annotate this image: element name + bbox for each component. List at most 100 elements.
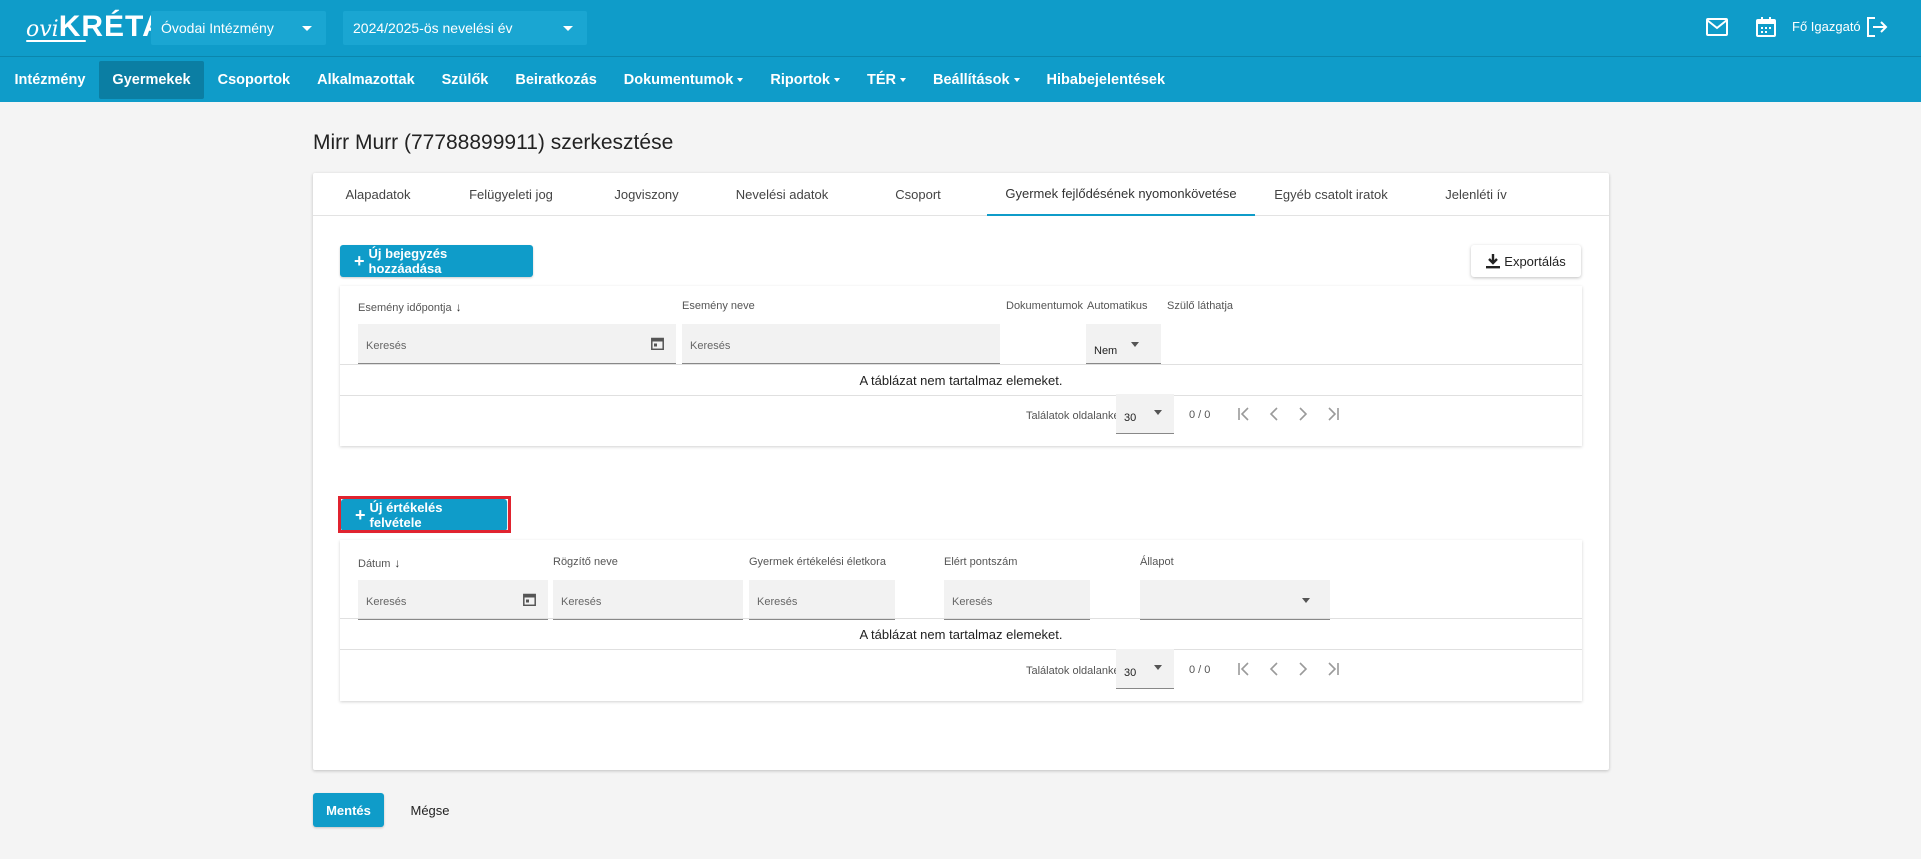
tab-jogviszony[interactable]: Jogviszony xyxy=(579,173,714,216)
tab-gyermek-fejlodes[interactable]: Gyermek fejlődésének nyomonkövetése xyxy=(987,173,1255,216)
empty-table-message: A táblázat nem tartalmaz elemeket. xyxy=(340,618,1582,650)
column-header-label: Esemény időpontja xyxy=(358,302,452,314)
pager-count: 0 / 0 xyxy=(1189,409,1211,421)
tab-csoport[interactable]: Csoport xyxy=(850,173,986,216)
sort-down-icon: ↓ xyxy=(394,556,401,570)
prev-page-icon[interactable] xyxy=(1263,403,1285,425)
nav-item-intezmeny[interactable]: Intézmény xyxy=(1,61,99,99)
export-label: Exportálás xyxy=(1504,253,1566,269)
chevron-down-icon xyxy=(302,26,312,31)
add-entry-label: Új bejegyzés hozzáadása xyxy=(368,246,448,276)
event-date-filter-placeholder: Keresés xyxy=(366,340,407,352)
recorder-filter[interactable]: Keresés xyxy=(553,580,743,620)
export-button[interactable]: Exportálás xyxy=(1471,245,1581,277)
top-bar: ovi KRÉTA Óvodai Intézmény 2024/2025-ös … xyxy=(0,0,1921,56)
date-filter-placeholder: Keresés xyxy=(366,596,407,608)
tab-jelenleti-iv[interactable]: Jelenléti ív xyxy=(1407,173,1545,216)
last-page-icon[interactable] xyxy=(1322,658,1344,680)
recorder-filter-placeholder: Keresés xyxy=(561,596,602,608)
events-grid: Esemény időpontja ↓ Esemény neve Dokument… xyxy=(340,286,1582,446)
institution-select-value: Óvodai Intézmény xyxy=(161,20,274,36)
column-header-score[interactable]: Elért pontszám xyxy=(944,556,1017,568)
nav-item-label: Alkalmazottak xyxy=(317,71,415,88)
nav-item-label: Szülők xyxy=(441,71,489,88)
column-header-date[interactable]: Dátum ↓ xyxy=(358,556,400,570)
next-page-icon[interactable] xyxy=(1292,658,1314,680)
evaluation-age-filter[interactable]: Keresés xyxy=(749,580,895,620)
next-page-icon[interactable] xyxy=(1292,403,1314,425)
calendar-icon[interactable] xyxy=(523,593,536,609)
event-name-filter[interactable]: Keresés xyxy=(682,324,1000,364)
nav-item-csoportok[interactable]: Csoportok xyxy=(204,61,304,99)
calendar-icon[interactable] xyxy=(651,337,664,353)
chevron-down-icon xyxy=(1131,342,1139,347)
automatic-filter-value: Nem xyxy=(1094,345,1118,357)
chevron-down-icon xyxy=(1154,665,1162,670)
nav-item-gyermekek[interactable]: Gyermekek xyxy=(98,60,205,99)
mail-icon[interactable] xyxy=(1704,14,1730,40)
institution-select[interactable]: Óvodai Intézmény xyxy=(151,11,326,45)
edit-card: Alapadatok Felügyeleti jog Jogviszony Ne… xyxy=(313,173,1609,770)
tab-egyeb-csatolt-iratok[interactable]: Egyéb csatolt iratok xyxy=(1255,173,1407,216)
date-filter[interactable]: Keresés xyxy=(358,580,548,620)
school-year-select[interactable]: 2024/2025-ös nevelési év xyxy=(343,11,587,45)
logout-icon[interactable] xyxy=(1864,14,1890,40)
main-nav: Intézmény Gyermekek Csoportok Alkalmazottak… xyxy=(0,56,1921,102)
nav-item-label: Intézmény xyxy=(14,71,86,88)
user-name[interactable]: Fő Igazgató xyxy=(1792,19,1861,34)
nav-item-label: Hibabejelentések xyxy=(1046,71,1166,88)
nav-item-label: TÉR xyxy=(866,71,896,88)
page-title: Mirr Murr (77788899911) szerkesztése xyxy=(313,131,674,154)
column-header-evaluation-age[interactable]: Gyermek értékelési életkora xyxy=(749,556,886,568)
nav-item-riportok[interactable]: Riportok xyxy=(757,61,854,99)
tab-alapadatok[interactable]: Alapadatok xyxy=(313,173,443,216)
column-header-automatic[interactable]: Automatikus xyxy=(1087,300,1148,312)
nav-item-beiratkozas[interactable]: Beiratkozás xyxy=(502,61,610,99)
chevron-down-icon xyxy=(1302,598,1310,603)
column-header-status[interactable]: Állapot xyxy=(1140,556,1174,568)
page-size-value: 30 xyxy=(1124,667,1137,679)
nav-item-label: Csoportok xyxy=(217,71,291,88)
evaluations-grid: Dátum ↓ Rögzítő neve Gyermek értékelési é… xyxy=(340,540,1582,701)
logo-kreta: KRÉTA xyxy=(58,10,165,43)
column-header-documents[interactable]: Dokumentumok xyxy=(1006,300,1083,312)
evaluation-age-filter-placeholder: Keresés xyxy=(757,596,798,608)
nav-item-label: Beiratkozás xyxy=(515,71,597,88)
tab-nevelesi-adatok[interactable]: Nevelési adatok xyxy=(714,173,850,216)
save-button[interactable]: Mentés xyxy=(313,793,384,827)
calendar-icon[interactable] xyxy=(1753,14,1779,40)
add-entry-button[interactable]: + Új bejegyzés hozzáadása xyxy=(340,245,533,277)
status-filter-select[interactable] xyxy=(1140,580,1330,620)
first-page-icon[interactable] xyxy=(1233,658,1255,680)
column-header-label: Dátum xyxy=(358,558,391,570)
column-header-parent-visible[interactable]: Szülő láthatja xyxy=(1167,300,1233,312)
nav-item-hibabejelentesek[interactable]: Hibabejelentések xyxy=(1033,61,1178,99)
prev-page-icon[interactable] xyxy=(1263,658,1285,680)
nav-item-dokumentumok[interactable]: Dokumentumok xyxy=(610,61,757,99)
sort-down-icon: ↓ xyxy=(455,300,462,314)
page-size-label: Találatok oldalanként xyxy=(1026,410,1129,422)
chevron-down-icon xyxy=(1154,410,1162,415)
column-header-recorder[interactable]: Rögzítő neve xyxy=(553,556,618,568)
nav-item-label: Gyermekek xyxy=(112,71,191,88)
column-header-event-name[interactable]: Esemény neve xyxy=(682,300,755,312)
app-logo[interactable]: ovi KRÉTA xyxy=(26,10,165,46)
last-page-icon[interactable] xyxy=(1322,403,1344,425)
nav-item-beallitasok[interactable]: Beállítások xyxy=(919,61,1033,99)
page-size-select[interactable]: 30 xyxy=(1116,649,1174,689)
column-header-event-date[interactable]: Esemény időpontja ↓ xyxy=(358,300,462,314)
nav-item-szulok[interactable]: Szülők xyxy=(428,61,502,99)
first-page-icon[interactable] xyxy=(1233,403,1255,425)
page-size-select[interactable]: 30 xyxy=(1116,394,1174,434)
nav-item-ter[interactable]: TÉR xyxy=(853,61,919,99)
event-date-filter[interactable]: Keresés xyxy=(358,324,676,364)
nav-item-alkalmazottak[interactable]: Alkalmazottak xyxy=(304,61,429,99)
automatic-filter-select[interactable]: Nem xyxy=(1086,324,1161,364)
plus-icon: + xyxy=(354,251,365,271)
caret-down-icon xyxy=(1013,77,1020,82)
school-year-select-value: 2024/2025-ös nevelési év xyxy=(353,20,513,36)
tab-bar: Alapadatok Felügyeleti jog Jogviszony Ne… xyxy=(313,173,1609,216)
score-filter[interactable]: Keresés xyxy=(944,580,1090,620)
tab-felugyeleti-jog[interactable]: Felügyeleti jog xyxy=(443,173,579,216)
cancel-button[interactable]: Mégse xyxy=(396,793,464,827)
